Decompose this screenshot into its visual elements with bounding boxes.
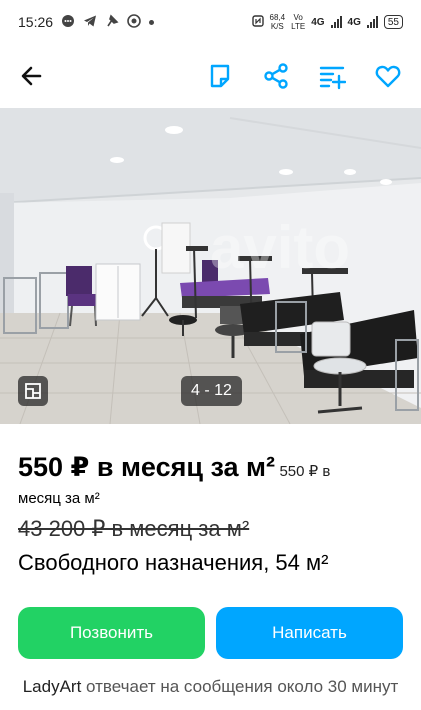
price-secondary-part1: 550 ₽ в: [279, 463, 331, 480]
network-speed: 68,4 K/S: [270, 13, 286, 31]
price-secondary: месяц за м²: [18, 490, 100, 507]
chat-icon: [61, 14, 75, 31]
listing-title: Свободного назначения, 54 м²: [18, 550, 329, 575]
battery-indicator: 55: [383, 15, 403, 29]
seller-name[interactable]: LadyArt: [23, 677, 82, 696]
price-secondary-line: месяц за м²: [18, 489, 408, 509]
signal-bars-2-icon: [366, 16, 378, 28]
volte-indicator: Vo LTE: [291, 13, 305, 31]
more-notifications-dot: [149, 19, 155, 25]
status-time: 15:26: [18, 14, 54, 30]
photo-gallery[interactable]: avito 4 - 12: [0, 108, 421, 424]
volte-bottom: LTE: [291, 22, 306, 31]
speed-value: 68,4: [269, 13, 286, 22]
app-bar: [0, 44, 421, 108]
share-icon[interactable]: [262, 62, 290, 90]
telegram-icon: [83, 14, 97, 31]
speed-unit: K/S: [270, 22, 284, 31]
price-main: 550 ₽ в месяц за м²: [18, 452, 275, 482]
photo-counter: 4 - 12: [181, 376, 242, 406]
status-right: 68,4 K/S Vo LTE 4G 4G 55: [251, 13, 403, 31]
app-icon: [127, 13, 141, 31]
svg-text:avito: avito: [210, 214, 350, 281]
note-icon[interactable]: [206, 62, 234, 90]
pin-icon: [105, 14, 119, 31]
back-arrow-icon[interactable]: [18, 62, 46, 90]
network-type-1: 4G: [311, 16, 325, 28]
status-bar: 15:26 68,4 K/S Vo LTE 4G 4G 55: [0, 0, 421, 44]
status-left: 15:26: [18, 13, 155, 31]
volte-top: Vo: [293, 13, 303, 22]
nfc-icon: [251, 15, 264, 29]
write-button[interactable]: Написать: [216, 607, 403, 659]
seller-response-text: отвечает на сообщения около 30 минут: [86, 677, 399, 696]
network-type-2: 4G: [347, 16, 361, 28]
old-price: 43 200 ₽ в месяц за м²: [18, 516, 250, 541]
favorite-icon[interactable]: [374, 62, 402, 90]
call-button[interactable]: Позвонить: [18, 607, 205, 659]
signal-bars-1-icon: [330, 16, 342, 28]
compare-icon[interactable]: [318, 62, 347, 90]
price-block: 550 ₽ в месяц за м² 550 ₽ в месяц за м²: [18, 450, 408, 509]
price-line: 550 ₽ в месяц за м² 550 ₽ в: [18, 450, 408, 489]
gallery-grid-icon[interactable]: [18, 376, 48, 406]
seller-response-note: LadyArt отвечает на сообщения около 30 м…: [0, 676, 421, 698]
